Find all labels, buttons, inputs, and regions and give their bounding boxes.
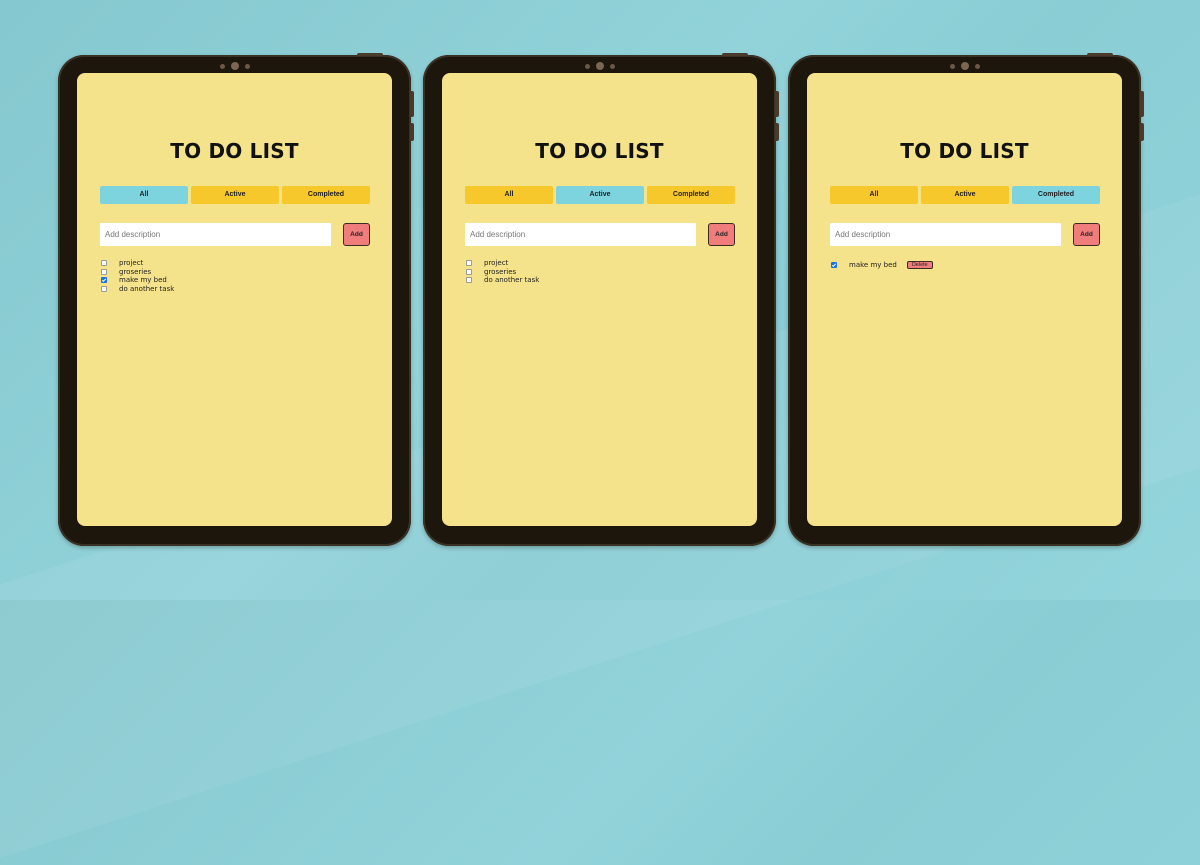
- add-button[interactable]: Add: [343, 223, 370, 246]
- add-button[interactable]: Add: [708, 223, 735, 246]
- add-button[interactable]: Add: [1073, 223, 1100, 246]
- filter-completed-tab[interactable]: Completed: [1012, 186, 1100, 204]
- task-item: do another task: [101, 285, 174, 294]
- checkbox-icon[interactable]: [101, 260, 107, 267]
- filter-completed-tab[interactable]: Completed: [647, 186, 735, 204]
- app-title: TO DO LIST: [170, 139, 299, 163]
- camera-icon: [584, 62, 615, 70]
- checkbox-icon[interactable]: [101, 268, 107, 275]
- filter-active-tab[interactable]: Active: [921, 186, 1009, 204]
- task-label: project: [484, 259, 509, 268]
- tablet-screen: TO DO LIST All Active Completed Add make…: [807, 73, 1122, 526]
- volume-up-button: [775, 91, 779, 117]
- task-label: groseries: [119, 267, 152, 276]
- app-title: TO DO LIST: [535, 139, 664, 163]
- tablet-screen: TO DO LIST All Active Completed Add proj…: [442, 73, 757, 526]
- filter-tabs: All Active Completed: [830, 186, 1100, 204]
- task-list: project groseries do another task: [466, 259, 539, 285]
- add-task-form: Add: [465, 223, 735, 247]
- checkbox-icon[interactable]: [466, 268, 472, 275]
- add-task-form: Add: [830, 223, 1100, 247]
- filter-tabs: All Active Completed: [100, 186, 370, 204]
- lens-icon: [595, 62, 604, 70]
- filter-tabs: All Active Completed: [465, 186, 735, 204]
- task-item: make my bed Delete: [831, 260, 933, 270]
- checkbox-icon[interactable]: [466, 260, 472, 267]
- power-button: [357, 53, 383, 56]
- task-label: project: [119, 259, 144, 268]
- tablet-all-view: TO DO LIST All Active Completed Add proj…: [58, 53, 414, 546]
- sensor-icon: [609, 63, 615, 69]
- camera-icon: [949, 62, 980, 70]
- description-input[interactable]: [830, 223, 1061, 246]
- delete-button[interactable]: Delete: [906, 261, 933, 269]
- checkbox-icon[interactable]: [466, 277, 472, 284]
- filter-all-tab[interactable]: All: [100, 186, 188, 204]
- power-button: [1087, 53, 1113, 56]
- filter-active-tab[interactable]: Active: [191, 186, 279, 204]
- task-label: groseries: [484, 267, 517, 276]
- task-item: project: [101, 259, 174, 268]
- checkbox-icon[interactable]: [831, 262, 837, 268]
- checkbox-icon[interactable]: [101, 277, 107, 284]
- filter-completed-tab[interactable]: Completed: [282, 186, 370, 204]
- app-title: TO DO LIST: [900, 139, 1029, 163]
- sensor-icon: [949, 63, 955, 69]
- tablet-completed-view: TO DO LIST All Active Completed Add make…: [788, 53, 1144, 546]
- tablet-screen: TO DO LIST All Active Completed Add proj…: [77, 73, 392, 526]
- task-item: project: [466, 259, 539, 268]
- task-label: make my bed: [849, 261, 897, 269]
- volume-up-button: [410, 91, 414, 117]
- volume-down-button: [775, 123, 779, 141]
- filter-all-tab[interactable]: All: [830, 186, 918, 204]
- filter-active-tab[interactable]: Active: [556, 186, 644, 204]
- sensor-icon: [244, 63, 250, 69]
- volume-down-button: [410, 123, 414, 141]
- camera-icon: [219, 62, 250, 70]
- add-task-form: Add: [100, 223, 370, 247]
- task-label: do another task: [484, 276, 540, 285]
- filter-all-tab[interactable]: All: [465, 186, 553, 204]
- description-input[interactable]: [100, 223, 331, 246]
- checkbox-icon[interactable]: [101, 285, 107, 292]
- task-item: groseries: [101, 268, 174, 277]
- task-item: make my bed: [101, 276, 174, 285]
- task-label: do another task: [119, 284, 175, 293]
- power-button: [722, 53, 748, 56]
- lens-icon: [960, 62, 969, 70]
- volume-down-button: [1140, 123, 1144, 141]
- lens-icon: [230, 62, 239, 70]
- description-input[interactable]: [465, 223, 696, 246]
- task-label: make my bed: [119, 276, 167, 285]
- sensor-icon: [584, 63, 590, 69]
- sensor-icon: [974, 63, 980, 69]
- task-item: do another task: [466, 276, 539, 285]
- tablet-active-view: TO DO LIST All Active Completed Add proj…: [423, 53, 779, 546]
- task-list: make my bed Delete: [831, 260, 933, 270]
- task-item: groseries: [466, 268, 539, 277]
- task-list: project groseries make my bed do another…: [101, 259, 174, 293]
- sensor-icon: [219, 63, 225, 69]
- volume-up-button: [1140, 91, 1144, 117]
